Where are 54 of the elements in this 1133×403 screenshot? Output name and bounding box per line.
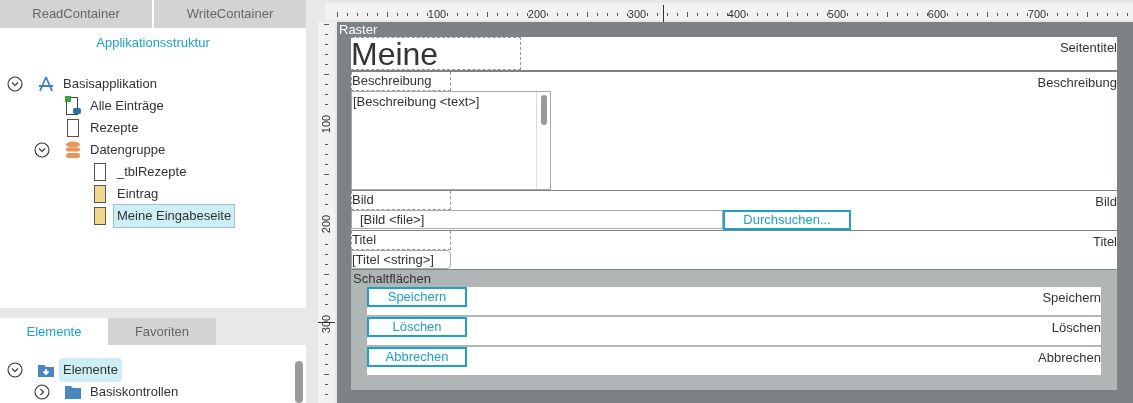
ruler-label: 500	[827, 8, 847, 21]
panel-title: Applikationsstruktur	[95, 34, 211, 52]
tree-item[interactable]: _tblRezepte	[113, 160, 191, 184]
field-caption: Bild	[1095, 193, 1117, 211]
page-icon	[93, 162, 107, 182]
tab[interactable]: ReadContainer	[0, 0, 152, 28]
page-icon	[93, 206, 107, 226]
tree-item[interactable]: Basisapplikation	[59, 72, 161, 96]
tab[interactable]: Favoriten	[108, 318, 216, 345]
canvas-label: Raster	[339, 22, 379, 37]
field-label: Beschreibung	[351, 72, 451, 91]
group-label: Schaltflächen	[353, 270, 433, 287]
tab[interactable]: WriteContainer	[154, 0, 306, 28]
field-caption: Titel	[1092, 233, 1117, 251]
collapse-icon[interactable]	[7, 362, 23, 378]
text-area[interactable]: [Beschreibung <text>]	[351, 91, 551, 190]
page-icon	[93, 184, 107, 204]
field-value: [Beschreibung <text>]	[352, 93, 481, 111]
compass-icon	[37, 75, 55, 93]
tree-item[interactable]: Meine Eingabeseite	[113, 204, 236, 228]
ruler-label: 600	[927, 8, 947, 21]
linked-page-icon	[65, 96, 81, 116]
tree-item[interactable]: Alle Einträge	[86, 94, 168, 118]
tree-item[interactable]: Basiskontrollen	[86, 380, 183, 403]
scrollbar[interactable]	[540, 95, 547, 125]
folder-icon	[64, 384, 82, 400]
tree-item[interactable]: Datengruppe	[86, 138, 170, 162]
folder-icon	[37, 362, 55, 378]
ruler-label: 200	[320, 214, 332, 234]
tree-item[interactable]: Elemente	[59, 358, 122, 382]
text-field[interactable]: [Titel <string>]	[351, 250, 451, 269]
field-caption: Abbrechen	[1038, 349, 1101, 367]
scrollbar[interactable]	[295, 361, 303, 403]
ruler-label: 100	[427, 8, 447, 21]
expand-icon[interactable]	[34, 384, 50, 400]
tree-item[interactable]: Eintrag	[113, 182, 163, 206]
ruler-label: 300	[627, 8, 647, 21]
page-icon	[66, 118, 80, 138]
file-field[interactable]: [Bild <file>]	[351, 210, 723, 229]
database-icon	[65, 141, 81, 159]
field-caption: Seitentitel	[1059, 39, 1117, 57]
page-heading: Meine	[351, 37, 521, 70]
ruler-label: 400	[727, 8, 747, 21]
collapse-icon[interactable]	[7, 76, 23, 92]
field-label: Titel	[351, 231, 451, 250]
ruler-label: 200	[527, 8, 547, 21]
ruler-label: 100	[320, 114, 332, 134]
field-caption: Löschen	[1051, 319, 1101, 337]
field-caption: Speichern	[1042, 289, 1101, 307]
field-label: Bild	[351, 191, 451, 210]
tree-item[interactable]: Rezepte	[86, 116, 143, 140]
ruler-label: 700	[1027, 8, 1047, 21]
collapse-icon[interactable]	[34, 142, 50, 158]
field-caption: Beschreibung	[1037, 74, 1117, 92]
